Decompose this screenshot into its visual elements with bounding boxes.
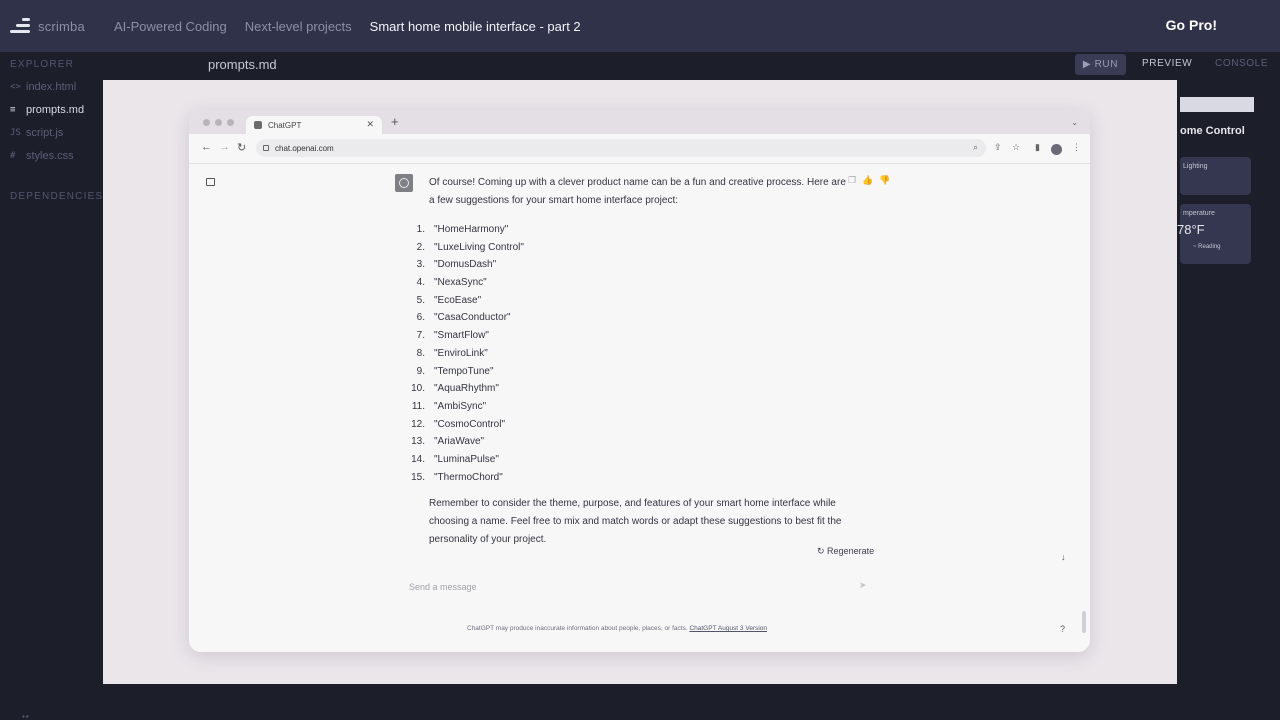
scroll-down-arrow-icon[interactable]: ↓ [1061, 552, 1066, 562]
address-bar-row: ← → ↻ chat.openai.com ⌕ ⇪ ☆ ▮ ⋮ [189, 134, 1090, 164]
preview-title: ome Control [1180, 125, 1245, 137]
sidepanel-icon[interactable]: ▮ [1035, 142, 1040, 153]
kebab-menu-icon[interactable]: ⋮ [1072, 142, 1081, 153]
temperature-value: 78°F [1177, 222, 1205, 237]
send-icon[interactable]: ➤ [859, 580, 867, 591]
lighting-card[interactable]: Lighting [1180, 157, 1251, 195]
chatgpt-avatar-icon [395, 174, 413, 192]
scrollbar-thumb[interactable] [1082, 611, 1086, 633]
top-bar: scrimba AI-Powered Coding Next-level pro… [0, 0, 1280, 52]
grid-icon[interactable]: ▪▪ [22, 712, 30, 720]
file-name: prompts.md [26, 104, 85, 116]
console-toggle[interactable]: CONSOLE [1215, 58, 1268, 69]
breadcrumb-module[interactable]: Next-level projects [245, 19, 352, 34]
help-button[interactable]: ? [1060, 624, 1065, 634]
list-item: 1. "HomeHarmony" [416, 224, 509, 235]
html-file-icon: <> [10, 82, 21, 92]
version-link[interactable]: ChatGPT August 3 Version [689, 625, 767, 632]
regenerate-button[interactable]: ↻ Regenerate [817, 546, 874, 557]
file-item-script-js[interactable]: JS script.js [10, 127, 63, 139]
lighting-label: Lighting [1183, 163, 1208, 170]
list-item: 6. "CasaConductor" [416, 312, 511, 324]
list-item: 5. "EcoEase" [416, 294, 482, 306]
disclaimer-text: ChatGPT may produce inaccurate informati… [467, 625, 688, 632]
browser-window: ChatGPT ✕ + ⌄ ← → ↻ chat.openai.com ⌕ ⇪ … [189, 110, 1090, 652]
chevron-down-icon[interactable]: ⌄ [1071, 118, 1078, 127]
message-intro: Of course! Coming up with a clever produ… [429, 177, 846, 206]
markdown-file-icon: ≡ [10, 105, 16, 115]
list-item: 8. "EnviroLink" [416, 347, 488, 359]
url-field[interactable]: chat.openai.com [256, 139, 986, 157]
message-input[interactable]: Send a message [395, 574, 870, 600]
reload-icon[interactable]: ↻ [237, 141, 246, 154]
file-item-styles-css[interactable]: # styles.css [10, 150, 74, 162]
markdown-image-stage: ChatGPT ✕ + ⌄ ← → ↻ chat.openai.com ⌕ ⇪ … [103, 80, 1177, 684]
forward-arrow-icon[interactable]: → [219, 141, 230, 153]
file-name: styles.css [26, 150, 74, 162]
close-tab-icon[interactable]: ✕ [366, 119, 374, 130]
logo-text: scrimba [38, 18, 85, 34]
list-item: 4. "NexaSync" [416, 277, 487, 289]
list-item: 13. "AriaWave" [411, 436, 485, 448]
bottom-bar: ▪▪ [0, 684, 1280, 720]
file-item-prompts-md[interactable]: ≡ prompts.md [10, 104, 84, 116]
profile-avatar[interactable] [1051, 144, 1062, 155]
go-pro-button[interactable]: Go Pro! [1166, 17, 1217, 33]
chatgpt-page: ❐👍👎 Of course! Coming up with a clever p… [189, 165, 1090, 652]
regenerate-label: Regenerate [827, 546, 875, 556]
file-name: script.js [26, 127, 64, 139]
window-controls[interactable] [203, 119, 234, 126]
css-file-icon: # [10, 151, 16, 161]
file-name: index.html [26, 81, 77, 93]
explorer-heading: EXPLORER [10, 59, 75, 70]
file-explorer: EXPLORER <> index.html ≡ prompts.md JS s… [0, 52, 103, 702]
name-suggestions-list: 1. "HomeHarmony" 2. "LuxeLiving Control" 3… [411, 221, 849, 486]
dependencies-heading[interactable]: DEPENDENCIES [10, 191, 103, 202]
url-text: chat.openai.com [275, 143, 334, 153]
browser-tab-chatgpt[interactable]: ChatGPT ✕ [246, 116, 382, 134]
list-item: 14. "LuminaPulse" [411, 453, 499, 465]
list-item: 10. "AquaRhythm" [411, 383, 499, 395]
file-item-index-html[interactable]: <> index.html [10, 81, 76, 93]
message-outro: Remember to consider the theme, purpose,… [429, 498, 842, 546]
sidebar-toggle-icon[interactable] [206, 178, 215, 186]
preview-panel: ome Control Lighting mperature 78°F ~ Re… [1177, 80, 1280, 684]
tab-title: ChatGPT [268, 120, 302, 130]
back-arrow-icon[interactable]: ← [201, 141, 212, 153]
bookmark-star-icon[interactable]: ☆ [1012, 142, 1020, 153]
assistant-message: Of course! Coming up with a clever produ… [411, 174, 849, 549]
share-icon[interactable]: ⇪ [994, 142, 1002, 153]
run-label: ▶ RUN [1082, 59, 1119, 70]
browser-tab-strip: ChatGPT ✕ + ⌄ [189, 110, 1090, 134]
list-item: 7. "SmartFlow" [416, 330, 489, 342]
list-item: 12. "CosmoControl" [411, 418, 506, 430]
preview-toggle[interactable]: PREVIEW [1142, 58, 1192, 69]
run-button[interactable]: ▶ RUN [1075, 54, 1126, 75]
new-tab-icon[interactable]: + [391, 114, 399, 129]
message-actions-icons[interactable]: ❐👍👎 [848, 175, 896, 186]
zoom-icon[interactable]: ⌕ [973, 142, 978, 153]
js-file-icon: JS [10, 128, 21, 138]
temperature-sub-label: ~ Reading [1193, 244, 1221, 250]
openai-favicon-icon [254, 121, 262, 129]
list-item: 9. "TempoTune" [416, 365, 494, 377]
disclaimer: ChatGPT may produce inaccurate informati… [467, 625, 767, 632]
scrimba-logo-icon [8, 18, 30, 34]
preview-header-bar [1180, 97, 1254, 112]
breadcrumb-current-lesson: Smart home mobile interface - part 2 [369, 18, 581, 34]
regenerate-icon: ↻ [817, 546, 828, 556]
editor-tab-prompts-md[interactable]: prompts.md [208, 57, 277, 72]
list-item: 2. "LuxeLiving Control" [416, 241, 524, 253]
list-item: 15. "ThermoChord" [411, 471, 503, 483]
scrimba-logo[interactable]: scrimba [8, 18, 96, 34]
list-item: 3. "DomusDash" [416, 259, 497, 271]
list-item: 11. "AmbiSync" [411, 400, 487, 412]
breadcrumb-course[interactable]: AI-Powered Coding [114, 19, 227, 34]
lock-icon [263, 145, 269, 151]
temperature-label: mperature [1183, 210, 1215, 217]
message-input-placeholder: Send a message [409, 582, 477, 592]
